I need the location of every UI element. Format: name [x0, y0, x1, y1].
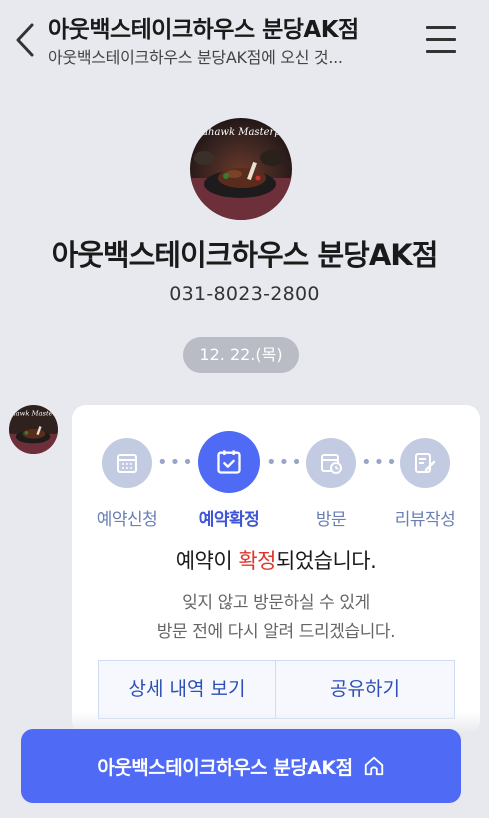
avatar-text: Tomahawk Masterpiece: [190, 127, 292, 138]
header: 아웃백스테이크하우스 분당AK점 아웃백스테이크하우스 분당AK점에 오신 것.…: [0, 0, 489, 82]
step-label-review: 리뷰작성: [394, 510, 456, 530]
step-label-confirmed: 예약확정: [198, 510, 260, 530]
step-request: [102, 438, 152, 488]
edit-icon: [415, 453, 436, 473]
share-button[interactable]: 공유하기: [276, 661, 454, 718]
profile-avatar[interactable]: Tomahawk Masterpiece: [190, 118, 292, 220]
calendar-check-icon: [217, 450, 241, 474]
step-connector: •••: [157, 452, 195, 473]
step-connector: •••: [361, 452, 399, 473]
page-subtitle: 아웃백스테이크하우스 분당AK점에 오신 것...: [48, 48, 343, 67]
step-connector: •••: [266, 452, 304, 473]
store-phone[interactable]: 031-8023-2800: [0, 283, 489, 305]
date-badge: 12. 22.(목): [183, 337, 299, 373]
store-home-button[interactable]: 아웃백스테이크하우스 분당AK점: [21, 729, 461, 803]
chevron-left-icon: [16, 23, 34, 57]
info-line-2: 방문 전에 다시 알려 드리겠습니다.: [156, 622, 396, 642]
menu-button[interactable]: [424, 24, 460, 56]
detail-button[interactable]: 상세 내역 보기: [99, 661, 275, 718]
status-message: 예약이 확정되었습니다.: [175, 549, 377, 573]
step-confirmed: [198, 431, 260, 493]
message-avatar[interactable]: Tomahawk Masterpiece: [9, 405, 58, 454]
message-avatar-text: Tomahawk Masterpiece: [9, 410, 58, 418]
hamburger-menu-icon: [426, 26, 456, 29]
calendar-clock-icon: [321, 454, 342, 474]
home-icon: [364, 756, 383, 776]
back-button[interactable]: [10, 22, 40, 58]
status-highlight: 확정: [238, 549, 276, 573]
calendar-icon: [117, 454, 137, 473]
card-button-row: 상세 내역 보기 공유하기: [98, 660, 455, 719]
store-name: 아웃백스테이크하우스 분당AK점: [51, 238, 439, 272]
store-home-label: 아웃백스테이크하우스 분당AK점: [97, 756, 353, 779]
step-visit: [306, 438, 356, 488]
step-label-visit: 방문: [315, 510, 347, 530]
step-label-request: 예약신청: [96, 510, 158, 530]
step-review: [400, 438, 450, 488]
page-title: 아웃백스테이크하우스 분당AK점: [48, 17, 359, 43]
info-line-1: 잊지 않고 방문하실 수 있게: [182, 593, 370, 613]
